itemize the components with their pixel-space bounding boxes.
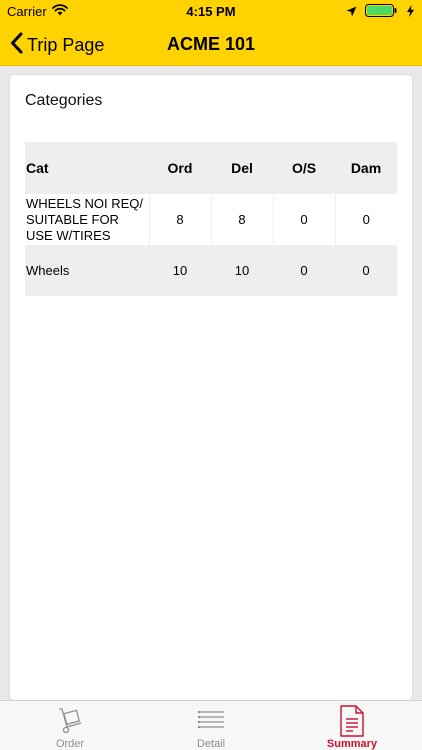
tab-summary[interactable]: Summary [282,701,422,750]
list-icon [197,705,225,738]
back-button[interactable]: Trip Page [10,30,104,60]
location-arrow-icon [346,5,357,20]
status-bar: Carrier 4:15 PM [0,0,422,24]
cell-dam: 0 [362,263,370,278]
header-ord: Ord [167,160,193,176]
categories-table: Cat Ord Del O/S Dam WHEELS NOI REQ/ SUIT… [25,142,397,296]
status-right [346,4,414,20]
cell-ord: 8 [149,194,212,245]
battery-icon [365,4,399,20]
tab-label-detail: Detail [196,738,226,750]
card-title: Categories [25,92,103,109]
hand-truck-icon [56,705,84,740]
header-os: O/S [291,160,317,176]
tab-label-order: Order [55,738,85,750]
back-label: Trip Page [27,34,105,55]
navigation-bar: Trip Page ACME 101 [0,24,422,66]
cell-cat: WHEELS NOI REQ/ SUITABLE FOR USE W/TIRES [25,194,150,245]
charging-icon [407,4,414,20]
header-del: Del [231,160,253,176]
table-header-row: Cat Ord Del O/S Dam [25,142,397,194]
tab-detail[interactable]: Detail [141,701,281,750]
tab-order[interactable]: Order [0,701,140,750]
tab-label-summary: Summary [326,738,378,750]
cell-del: 8 [211,194,274,245]
cell-del: 10 [234,263,250,278]
cell-dam: 0 [362,212,370,227]
document-icon [339,705,365,742]
tab-bar: Order Detail Summary [0,700,422,750]
chevron-left-icon [10,32,23,59]
header-dam: Dam [350,160,382,176]
table-row: WHEELS NOI REQ/ SUITABLE FOR USE W/TIRES… [25,194,397,245]
cell-os: 0 [300,263,308,278]
header-cat: Cat [26,160,49,176]
cell-os: 0 [273,194,336,245]
cell-ord: 10 [172,263,188,278]
categories-card: Categories Cat Ord Del O/S Dam WHEELS NO… [10,75,412,700]
cell-cat: Wheels [26,262,70,278]
table-row: Wheels 10 10 0 0 [25,245,397,296]
